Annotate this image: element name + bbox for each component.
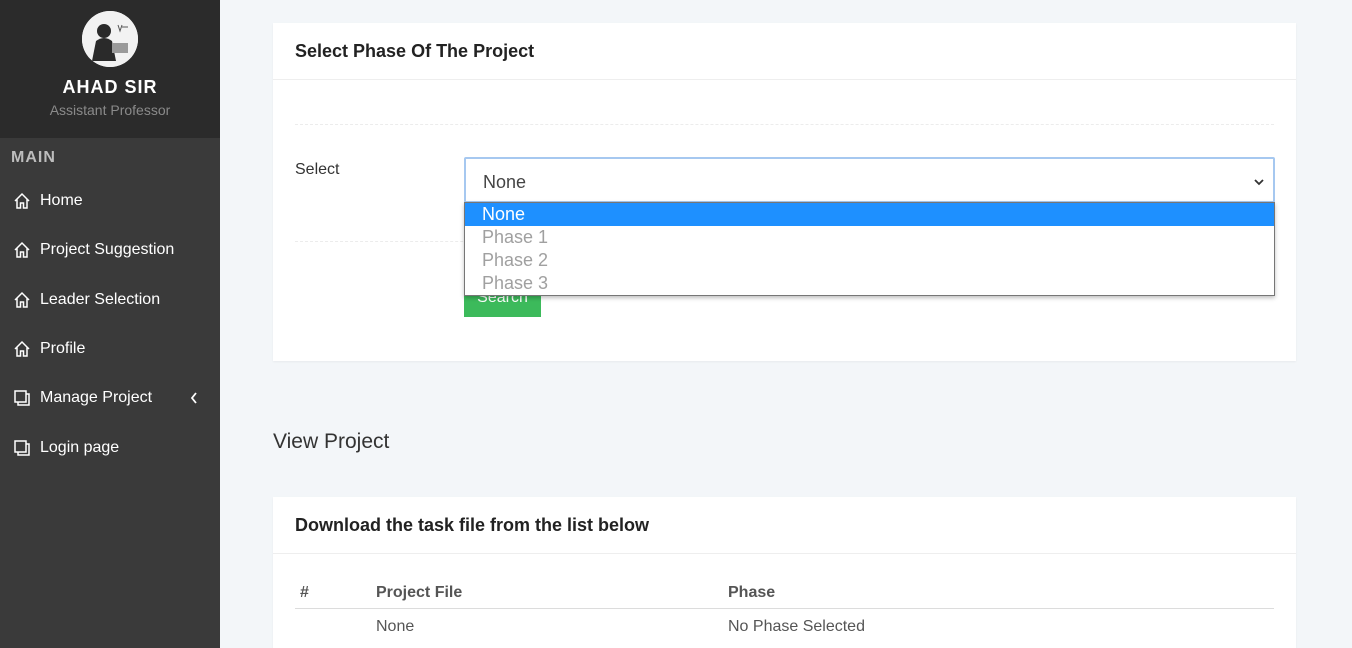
- copy-icon: [12, 438, 32, 458]
- user-role: Assistant Professor: [49, 102, 171, 118]
- divider: [295, 124, 1274, 125]
- sidebar-item-label: Home: [40, 192, 83, 209]
- divider: [273, 79, 1296, 80]
- chevron-left-icon: [190, 389, 200, 407]
- home-icon: [12, 191, 32, 211]
- home-icon: [12, 339, 32, 359]
- phase-select[interactable]: None: [464, 157, 1275, 203]
- option-phase-2[interactable]: Phase 2: [465, 249, 1274, 272]
- card-title: Download the task file from the list bel…: [295, 515, 650, 535]
- option-phase-3[interactable]: Phase 3: [465, 272, 1274, 295]
- sidebar-item-label: Profile: [40, 340, 86, 357]
- user-name: AHAD SIR: [62, 77, 158, 97]
- sidebar-item-project-suggestion[interactable]: Project Suggestion: [0, 228, 220, 272]
- sidebar-item-login-page[interactable]: Login page: [0, 426, 220, 470]
- home-icon: [12, 290, 32, 310]
- divider: [273, 553, 1296, 554]
- sidebar-item-label: Manage Project: [40, 389, 153, 406]
- sidebar: AHAD SIR Assistant Professor MAIN Home P…: [0, 0, 220, 648]
- search-button[interactable]: Search: [464, 295, 541, 317]
- sidebar-item-label: Project Suggestion: [40, 241, 175, 258]
- avatar[interactable]: [82, 11, 138, 67]
- table-cell-phase: No Phase Selected: [728, 618, 865, 635]
- task-file-card: Download the task file from the list bel…: [273, 497, 1296, 648]
- select-label: Select: [295, 161, 340, 178]
- sidebar-item-profile[interactable]: Profile: [0, 327, 220, 371]
- profile-panel: AHAD SIR Assistant Professor: [0, 0, 220, 138]
- column-header-project-file: Project File: [376, 584, 463, 601]
- phase-selection-card: Select Phase Of The Project Select None …: [273, 23, 1296, 361]
- divider: [295, 608, 1274, 609]
- sidebar-item-label: Login page: [40, 439, 120, 456]
- option-none[interactable]: None: [465, 203, 1274, 226]
- page-title: View Project: [273, 430, 390, 453]
- copy-icon: [12, 388, 32, 408]
- table-cell-project-file[interactable]: None: [376, 618, 414, 636]
- sidebar-item-home[interactable]: Home: [0, 179, 220, 223]
- sidebar-item-manage-project[interactable]: Manage Project: [0, 376, 220, 420]
- column-header-phase: Phase: [728, 584, 776, 601]
- card-title: Select Phase Of The Project: [295, 41, 535, 61]
- home-icon: [12, 240, 32, 260]
- section-label-main: MAIN: [11, 149, 56, 166]
- sidebar-item-leader-selection[interactable]: Leader Selection: [0, 278, 220, 322]
- chevron-down-icon: [1253, 175, 1265, 187]
- phase-dropdown-list: None Phase 1 Phase 2 Phase 3: [464, 202, 1275, 296]
- option-phase-1[interactable]: Phase 1: [465, 226, 1274, 249]
- sidebar-item-label: Leader Selection: [40, 291, 161, 308]
- column-header-number: #: [300, 584, 309, 601]
- select-value: None: [483, 172, 527, 192]
